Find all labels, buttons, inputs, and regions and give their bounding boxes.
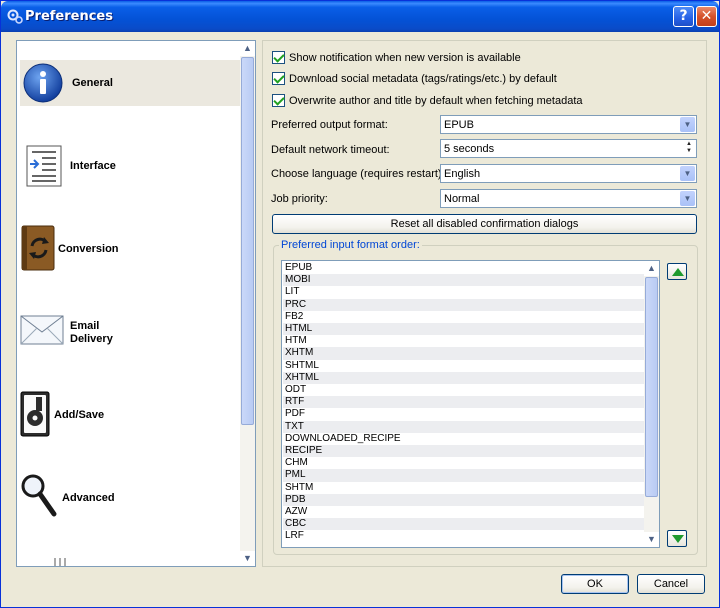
format-list-item[interactable]: RECIPE (283, 445, 644, 458)
language-label: Choose language (requires restart): (271, 168, 445, 180)
arrow-up-icon (672, 268, 684, 276)
format-list-item[interactable]: PRC (283, 298, 644, 311)
window-title: Preferences (25, 9, 113, 24)
category-general-label: General (72, 77, 113, 89)
format-list-scrollbar[interactable]: ▲ ▼ (644, 261, 659, 547)
disk-icon (20, 391, 50, 440)
format-list-item[interactable]: FB2 (283, 311, 644, 323)
scroll-up-icon[interactable]: ▲ (644, 261, 659, 276)
format-list-item[interactable]: CBC (283, 518, 644, 531)
ok-button[interactable]: OK (561, 574, 629, 594)
job-priority-value: Normal (444, 193, 480, 205)
category-scrollbar[interactable]: ▲ ▼ (240, 41, 255, 566)
format-list-item[interactable]: RTF (283, 396, 644, 409)
preferences-app-icon (7, 8, 23, 24)
format-list-item[interactable]: LIT (283, 286, 644, 298)
category-interface[interactable]: Interface (20, 143, 240, 189)
format-list-item[interactable]: ODT (283, 384, 644, 396)
output-format-select[interactable]: EPUB ▼ (440, 115, 697, 134)
scroll-up-icon[interactable]: ▲ (240, 41, 255, 56)
move-down-button[interactable] (667, 530, 687, 547)
format-list-item[interactable]: AZW (283, 506, 644, 518)
format-list-item[interactable]: SHTML (283, 360, 644, 372)
output-format-label: Preferred output format: (271, 119, 388, 131)
format-list-item[interactable]: SHTM (283, 482, 644, 494)
envelope-icon (20, 315, 64, 348)
output-format-value: EPUB (444, 119, 474, 131)
format-list-item[interactable]: XHTM (283, 347, 644, 360)
category-advanced[interactable]: Advanced (20, 473, 240, 522)
category-list: General Interface Conversion Email Deliv… (16, 40, 256, 567)
job-priority-select[interactable]: Normal ▼ (440, 189, 697, 208)
info-icon (22, 62, 64, 107)
help-button[interactable]: ? (673, 6, 694, 27)
network-timeout-spinbox[interactable]: 5 seconds ▲ ▼ (440, 139, 697, 158)
general-settings-panel: Show notification when new version is av… (262, 40, 707, 567)
magnifier-icon (20, 473, 60, 522)
category-conversion[interactable]: Conversion (20, 224, 240, 275)
network-timeout-value: 5 seconds (444, 143, 495, 155)
overwrite-author-label: Overwrite author and title by default wh… (289, 95, 583, 107)
format-list-item[interactable]: XHTML (283, 371, 644, 384)
format-list-item[interactable]: EPUB (283, 262, 644, 274)
title-bar[interactable]: Preferences ? ✕ (1, 1, 719, 32)
partial-next-category-icon (52, 557, 72, 569)
job-priority-label: Job priority: (271, 193, 328, 205)
document-indent-icon (26, 145, 62, 190)
scroll-down-icon[interactable]: ▼ (644, 532, 659, 547)
cancel-button[interactable]: Cancel (637, 574, 705, 594)
chevron-down-icon[interactable]: ▼ (680, 191, 695, 206)
download-metadata-label: Download social metadata (tags/ratings/e… (289, 73, 557, 85)
chevron-down-icon[interactable]: ▼ (680, 117, 695, 132)
move-up-button[interactable] (667, 263, 687, 280)
category-conversion-label: Conversion (58, 243, 119, 255)
category-scroll-thumb[interactable] (241, 57, 254, 425)
close-button[interactable]: ✕ (696, 6, 717, 27)
category-add-save[interactable]: Add/Save (20, 391, 240, 440)
spin-up-down-icon[interactable]: ▲ ▼ (683, 141, 695, 156)
category-email-delivery[interactable]: Email Delivery (20, 309, 240, 355)
conversion-book-icon (20, 224, 56, 275)
format-list-item[interactable]: PML (283, 469, 644, 482)
reset-confirmation-dialogs-button[interactable]: Reset all disabled confirmation dialogs (272, 214, 697, 234)
preferences-window: Preferences ? ✕ General Interface Conver… (0, 0, 720, 608)
format-list-item[interactable]: TXT (283, 420, 644, 433)
network-timeout-label: Default network timeout: (271, 144, 390, 156)
category-email-label-line1: Email (70, 320, 100, 332)
language-select[interactable]: English ▼ (440, 164, 697, 183)
format-list-item[interactable]: HTM (283, 335, 644, 347)
format-list-item[interactable]: PDF (283, 408, 644, 420)
category-add-save-label: Add/Save (54, 409, 105, 421)
format-list-item[interactable]: MOBI (283, 274, 644, 287)
category-general[interactable]: General (20, 60, 240, 106)
input-format-list[interactable]: EPUB MOBI LIT PRC FB2 HTML HTM XHTM SHTML XHTML OD… (281, 260, 660, 548)
format-list-item[interactable]: DOWNLOADED_RECIPE (283, 433, 644, 445)
overwrite-author-checkbox[interactable] (272, 94, 285, 107)
arrow-down-icon (672, 535, 684, 543)
scroll-down-icon[interactable]: ▼ (240, 551, 255, 566)
chevron-down-icon[interactable]: ▼ (680, 166, 695, 181)
format-list-item[interactable]: CHM (283, 457, 644, 469)
format-list-scroll-thumb[interactable] (645, 277, 658, 497)
show-notification-label: Show notification when new version is av… (289, 52, 521, 64)
show-notification-checkbox[interactable] (272, 51, 285, 64)
format-list-item[interactable]: HTML (283, 323, 644, 336)
download-metadata-checkbox[interactable] (272, 72, 285, 85)
category-email-label-line2: Delivery (70, 333, 113, 345)
language-value: English (444, 168, 481, 180)
format-list-item[interactable]: LRF (283, 530, 644, 542)
category-advanced-label: Advanced (62, 492, 115, 504)
format-list-item[interactable]: PDB (283, 493, 644, 506)
category-interface-label: Interface (70, 160, 116, 172)
input-format-order-title: Preferred input format order: (279, 239, 422, 251)
